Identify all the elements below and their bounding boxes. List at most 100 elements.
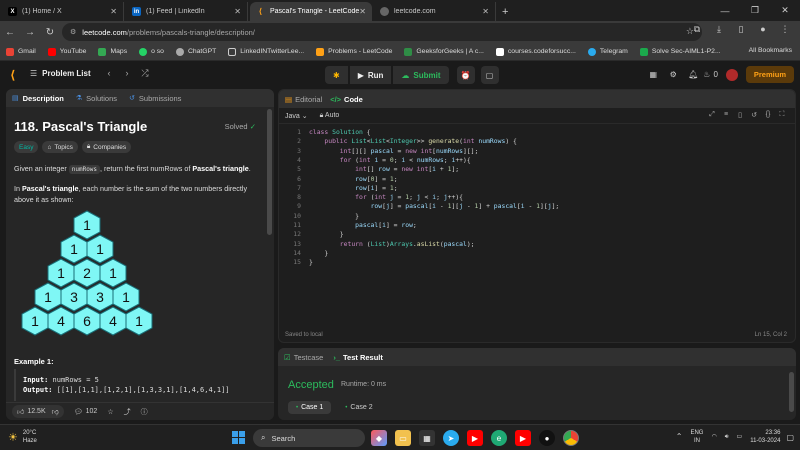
language-select[interactable]: Java ⌄	[285, 112, 308, 120]
prev-problem-icon[interactable]: ‹	[100, 68, 118, 79]
language-indicator[interactable]: ENG IN	[690, 429, 703, 445]
download-icon[interactable]: ⤓	[708, 24, 730, 35]
file-explorer-icon[interactable]: ▭	[395, 430, 411, 446]
leetcode-logo-icon[interactable]: ⟨	[10, 68, 15, 82]
run-button[interactable]: ▶ Run	[349, 66, 392, 84]
close-icon[interactable]: ✕	[110, 7, 117, 16]
shuffle-icon[interactable]: ⤮	[136, 68, 154, 79]
fullscreen-icon[interactable]: ⛶	[775, 111, 789, 119]
chrome-icon[interactable]	[563, 430, 579, 446]
close-icon[interactable]: ✕	[234, 7, 241, 16]
code-line[interactable]: }	[309, 212, 359, 221]
edge-icon[interactable]: e	[491, 430, 507, 446]
chevron-up-icon[interactable]: ⌃	[676, 433, 683, 441]
browser-tab-leetcode[interactable]: ⟨ Pascal's Triangle - LeetCode ✕	[250, 2, 372, 21]
auto-mode-toggle[interactable]: 🔒︎ Auto	[320, 112, 340, 120]
extensions-icon[interactable]: ⧉	[686, 24, 708, 35]
youtube-icon[interactable]: ▶	[515, 430, 531, 446]
favorite-button[interactable]: ☆	[107, 408, 113, 416]
thumbs-down-icon[interactable]: 👎︎	[52, 407, 59, 416]
bookmark-hackerrank[interactable]: Solve Sec-AIML1-P2...	[639, 47, 721, 56]
volume-icon[interactable]: 🔊︎	[725, 433, 729, 441]
notes-button[interactable]: ⏰	[456, 66, 475, 84]
bookmark-courses[interactable]: courses.codeforsucc...	[495, 47, 576, 56]
flame-icon[interactable]: ♨	[703, 70, 710, 79]
code-line[interactable]: }	[309, 230, 344, 239]
browser-tab-linkedin[interactable]: in (1) Feed | LinkedIn ✕	[126, 2, 248, 21]
bookmark-maps[interactable]: Maps	[98, 47, 127, 56]
code-line[interactable]: pascal[i] = row;	[309, 221, 417, 230]
code-line[interactable]: }	[309, 258, 313, 267]
code-line[interactable]: for (int i = 0; i < numRows; i++){	[309, 156, 471, 165]
tab-editorial[interactable]: ▤ Editorial	[285, 95, 322, 104]
profile-icon[interactable]: ●	[752, 24, 774, 35]
comments-button[interactable]: 💬︎ 102	[74, 408, 98, 416]
debug-button[interactable]: ✱	[325, 66, 348, 84]
back-icon[interactable]: ←	[0, 27, 20, 38]
address-bar[interactable]: ⚙ leetcode.com /problems/pascals-triangl…	[62, 23, 702, 41]
code-line[interactable]: row[j] = pascal[i - 1][j - 1] + pascal[i…	[309, 202, 560, 211]
clock[interactable]: 23:36 11-03-2024	[750, 429, 780, 445]
code-line[interactable]: }	[309, 249, 328, 258]
new-tab-button[interactable]: +	[502, 6, 508, 18]
code-line[interactable]: int[][] pascal = new int[numRows][];	[309, 147, 479, 156]
bookmark-problems[interactable]: Problems - LeetCode	[316, 47, 392, 56]
code-line[interactable]: for (int j = 1; j < i; j++){	[309, 193, 463, 202]
tab-testcase[interactable]: ☑ Testcase	[284, 353, 323, 362]
settings-icon[interactable]: ⚙	[663, 70, 683, 79]
browser-tab-x[interactable]: X (1) Home / X ✕	[2, 2, 124, 21]
bookmark-gmail[interactable]: Gmail	[6, 47, 36, 56]
bookmark-whatsapp[interactable]: o so	[139, 47, 164, 56]
notification-icon[interactable]: ▢	[786, 433, 794, 442]
format-icon[interactable]: ⤢	[705, 111, 719, 119]
problem-list-button[interactable]: ☰ Problem List	[30, 69, 91, 78]
scrollbar[interactable]	[789, 372, 794, 412]
notes-button-2[interactable]: ▢	[480, 66, 499, 84]
case-1-button[interactable]: • Case 1	[288, 401, 332, 414]
code-line[interactable]: return (List)Arrays.asList(pascal);	[309, 240, 475, 249]
tab-submissions[interactable]: ↺ Submissions	[129, 94, 181, 103]
code-line[interactable]: class Solution {	[309, 128, 371, 137]
close-icon[interactable]: ✕	[359, 7, 366, 16]
code-line[interactable]: int[] row = new int[i + 1];	[309, 165, 459, 174]
tab-code[interactable]: </> Code	[330, 95, 363, 104]
help-button[interactable]: ⓘ	[141, 407, 148, 417]
tab-solutions[interactable]: ⚗ Solutions	[76, 94, 117, 103]
submit-button[interactable]: ☁ Submit	[393, 66, 449, 84]
maximize-icon[interactable]: ❐	[740, 5, 770, 16]
avatar[interactable]	[725, 68, 738, 81]
align-icon[interactable]: ≡	[719, 111, 733, 119]
all-bookmarks[interactable]: All Bookmarks	[749, 47, 792, 54]
scrollbar[interactable]	[267, 109, 272, 235]
browser-tab-leetcode-com[interactable]: leetcode.com ✕	[374, 2, 496, 21]
wifi-icon[interactable]: ◠	[711, 433, 716, 441]
reset-icon[interactable]: ↺	[747, 111, 761, 119]
layout-icon[interactable]: ▦	[643, 70, 663, 79]
tab-description[interactable]: ▤ Description	[12, 94, 64, 103]
notifications-icon[interactable]: 🔔︎	[683, 70, 703, 79]
bookmark-gfg[interactable]: GeeksforGeeks | A c...	[404, 47, 484, 56]
bookmark-icon[interactable]: ▯	[733, 111, 747, 119]
telegram-icon[interactable]: ➤	[443, 430, 459, 446]
topics-chip[interactable]: ⌂ Topics	[42, 141, 78, 153]
weather-widget[interactable]: ☀ 20°C Haze	[8, 430, 37, 445]
battery-icon[interactable]: ▭	[737, 433, 743, 441]
premium-button[interactable]: Premium	[745, 66, 794, 83]
store-icon[interactable]: ▦	[419, 430, 435, 446]
case-2-button[interactable]: • Case 2	[337, 401, 380, 414]
forward-icon[interactable]: →	[20, 27, 40, 38]
colorful-app-icon[interactable]: ◆	[371, 430, 387, 446]
bookmark-youtube[interactable]: YouTube	[47, 47, 86, 56]
close-icon[interactable]: ✕	[482, 7, 489, 16]
youtube-icon[interactable]: ▶	[467, 430, 483, 446]
code-line[interactable]: row[i] = 1;	[309, 184, 397, 193]
start-button[interactable]	[232, 431, 246, 445]
like-button[interactable]: 👍︎ 12.5K 👎︎	[12, 405, 64, 418]
bookmark-telegram[interactable]: Telegram	[587, 47, 628, 56]
code-line[interactable]: public List<List<Integer>> generate(int …	[309, 137, 516, 146]
sidepanel-icon[interactable]: ▯	[730, 24, 752, 35]
code-line[interactable]: row[0] = 1;	[309, 175, 397, 184]
share-button[interactable]: ⤴	[124, 407, 131, 417]
taskbar-search[interactable]: ⌕ Search	[253, 429, 365, 447]
menu-icon[interactable]: ⋮	[774, 24, 796, 35]
